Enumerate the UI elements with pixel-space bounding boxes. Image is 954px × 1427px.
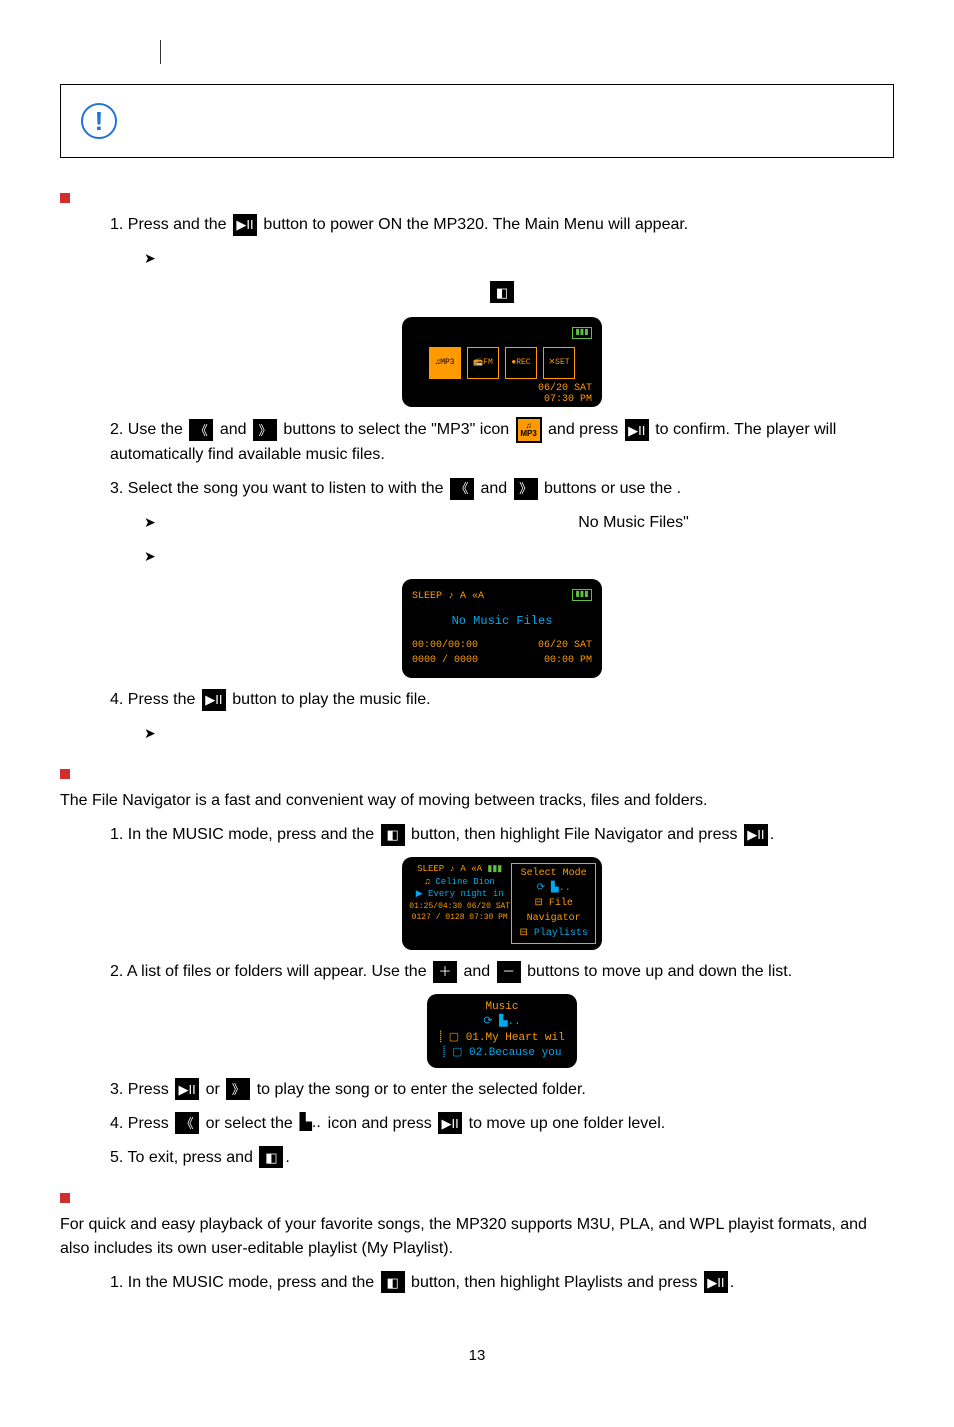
warning-box: ! <box>60 84 894 158</box>
section-bullet <box>60 193 70 203</box>
lcd-main-menu: ▮▮▮ ♫MP3 📻FM ●REC ✕SET 06/20 SAT 07:30 P… <box>402 317 602 407</box>
prev-icon: 《 <box>189 419 213 441</box>
mp3-icon: ♫ MP3 <box>516 417 542 443</box>
next-icon: 》 <box>514 478 538 500</box>
play-pause-icon: ▶II <box>175 1078 199 1100</box>
prev-icon: 《 <box>175 1112 199 1134</box>
step-4: 4. Press the ▶II button to play the musi… <box>110 688 894 712</box>
play-pause-icon: ▶II <box>202 689 226 711</box>
play-pause-icon: ▶II <box>625 419 649 441</box>
menu-icon: ◧ <box>381 1271 405 1293</box>
folder-up-icon: ▙.. <box>299 1114 321 1132</box>
text-cursor <box>160 40 894 64</box>
step-3-sub1: ➤ No Music Files" <box>110 511 894 535</box>
menu-icon: ◧ <box>381 824 405 846</box>
menu-icon: ◧ <box>259 1146 283 1168</box>
sec2-step-3: 3. Press ▶II or 》 to play the song or to… <box>110 1078 894 1102</box>
arrow-icon: ➤ <box>144 548 156 564</box>
sec2-step-1: 1. In the MUSIC mode, press and the ◧ bu… <box>110 823 894 847</box>
step-1: 1. Press and the ▶II button to power ON … <box>110 213 894 237</box>
sec3-step-1: 1. In the MUSIC mode, press and the ◧ bu… <box>110 1271 894 1295</box>
menu-mp3: ♫MP3 <box>429 347 461 379</box>
play-pause-icon: ▶II <box>744 824 768 846</box>
lcd-select-mode: SLEEP ♪ A «A ▮▮▮ ♫ Celine Dion ▶ Every n… <box>402 857 602 950</box>
display-icon: ◧ <box>490 281 514 303</box>
step-1-sub: ➤ x <box>110 247 894 271</box>
play-pause-icon: ▶II <box>438 1112 462 1134</box>
battery-icon: ▮▮▮ <box>572 589 592 601</box>
sec3-intro: For quick and easy playback of your favo… <box>60 1213 894 1261</box>
next-icon: 》 <box>253 419 277 441</box>
warning-icon: ! <box>81 103 117 139</box>
play-pause-icon: ▶II <box>704 1271 728 1293</box>
sec2-step-5: 5. To exit, press and ◧. <box>110 1146 894 1170</box>
menu-fm: 📻FM <box>467 347 499 379</box>
battery-icon: ▮▮▮ <box>572 327 592 339</box>
step-4-sub: ➤ <box>110 722 894 746</box>
section-bullet <box>60 1193 70 1203</box>
sec2-step-4: 4. Press 《 or select the ▙.. icon and pr… <box>110 1112 894 1136</box>
lcd-music-list: Music ⟳ ▙.. ⸽ ▢ 01.My Heart wil ⸽ ▢ 02.B… <box>427 994 577 1068</box>
page-number: 13 <box>60 1345 894 1368</box>
arrow-icon: ➤ <box>144 514 156 530</box>
plus-icon: ＋ <box>433 961 457 983</box>
menu-set: ✕SET <box>543 347 575 379</box>
menu-rec: ●REC <box>505 347 537 379</box>
lcd-no-music: SLEEP ♪ A «A ▮▮▮ No Music Files 00:00/00… <box>402 579 602 678</box>
arrow-icon: ➤ <box>144 725 156 741</box>
prev-icon: 《 <box>450 478 474 500</box>
section-bullet <box>60 769 70 779</box>
step-3-sub2: ➤ <box>110 545 894 569</box>
step-2: 2. Use the 《 and 》 buttons to select the… <box>110 417 894 467</box>
sec2-step-2: 2. A list of files or folders will appea… <box>110 960 894 984</box>
step-3: 3. Select the song you want to listen to… <box>110 477 894 501</box>
arrow-icon: ➤ <box>144 250 156 266</box>
sec2-intro: The File Navigator is a fast and conveni… <box>60 789 894 813</box>
minus-icon: － <box>497 961 521 983</box>
next-icon: 》 <box>226 1078 250 1100</box>
play-pause-icon: ▶II <box>233 214 257 236</box>
